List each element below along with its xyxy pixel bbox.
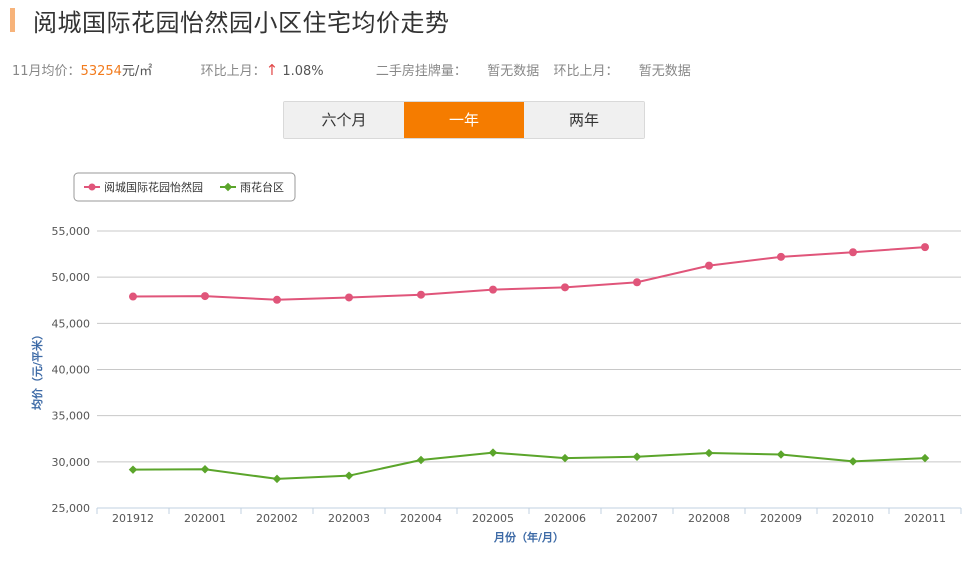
data-point[interactable] bbox=[560, 453, 570, 463]
data-point[interactable] bbox=[272, 474, 282, 484]
data-point[interactable] bbox=[128, 465, 138, 474]
data-point[interactable] bbox=[561, 283, 569, 292]
data-point[interactable] bbox=[345, 293, 353, 302]
x-tick-label: 202008 bbox=[688, 512, 730, 525]
legend-marker-community bbox=[88, 183, 96, 191]
data-point[interactable] bbox=[776, 450, 786, 459]
data-point[interactable] bbox=[633, 278, 641, 287]
x-axis: 201912 202001 202002 202003 202004 202005 2020… bbox=[96, 507, 962, 525]
y-tick-label: 40,000 bbox=[52, 364, 91, 377]
data-point[interactable] bbox=[129, 292, 137, 301]
chart-series bbox=[128, 243, 930, 484]
chart-legend: 阅城国际花园怡然园 雨花台区 bbox=[73, 172, 296, 202]
x-tick-label: 202007 bbox=[616, 512, 658, 525]
series-line bbox=[132, 451, 926, 480]
data-point[interactable] bbox=[488, 448, 498, 457]
x-tick-label: 202001 bbox=[184, 512, 226, 525]
y-tick-label: 35,000 bbox=[52, 410, 91, 423]
data-point[interactable] bbox=[920, 453, 930, 463]
data-point[interactable] bbox=[704, 448, 714, 458]
x-tick-label: 202004 bbox=[400, 512, 442, 525]
x-tick-label: 202009 bbox=[760, 512, 802, 525]
data-point[interactable] bbox=[201, 292, 209, 301]
y-axis-ticks: 25,000 30,000 35,000 40,000 45,000 50,000 55,0… bbox=[52, 225, 91, 515]
chart-grid bbox=[97, 230, 961, 509]
y-tick-label: 25,000 bbox=[52, 502, 91, 515]
data-point[interactable] bbox=[344, 471, 354, 480]
data-point[interactable] bbox=[921, 243, 929, 252]
data-point[interactable] bbox=[848, 457, 858, 466]
data-point[interactable] bbox=[489, 285, 497, 294]
x-tick-label: 202006 bbox=[544, 512, 586, 525]
data-point[interactable] bbox=[416, 455, 426, 465]
y-axis-title: 均价（元/平米） bbox=[30, 329, 44, 410]
data-point[interactable] bbox=[849, 248, 857, 257]
y-tick-label: 50,000 bbox=[52, 271, 91, 284]
data-point[interactable] bbox=[705, 261, 713, 270]
x-tick-label: 202010 bbox=[832, 512, 874, 525]
x-tick-label: 202005 bbox=[472, 512, 514, 525]
y-tick-label: 30,000 bbox=[52, 456, 91, 469]
legend-label-community: 阅城国际花园怡然园 bbox=[104, 180, 203, 194]
data-point[interactable] bbox=[200, 464, 210, 474]
data-point[interactable] bbox=[632, 452, 642, 461]
price-trend-chart: 阅城国际花园怡然园 雨花台区 25,000 30,000 35,000 40,000 4… bbox=[30, 172, 962, 544]
x-tick-label: 202003 bbox=[328, 512, 370, 525]
x-tick-label: 201912 bbox=[112, 512, 154, 525]
data-point[interactable] bbox=[417, 290, 425, 299]
series-1 bbox=[129, 243, 929, 304]
y-tick-label: 45,000 bbox=[52, 317, 91, 330]
x-tick-label: 202011 bbox=[904, 512, 946, 525]
data-point[interactable] bbox=[273, 295, 281, 304]
y-tick-label: 55,000 bbox=[52, 225, 91, 238]
x-tick-label: 202002 bbox=[256, 512, 298, 525]
data-point[interactable] bbox=[777, 252, 785, 261]
series-line bbox=[132, 246, 926, 301]
series-2 bbox=[128, 448, 930, 484]
x-axis-title: 月份（年/月） bbox=[493, 530, 564, 544]
legend-label-district: 雨花台区 bbox=[240, 180, 284, 194]
